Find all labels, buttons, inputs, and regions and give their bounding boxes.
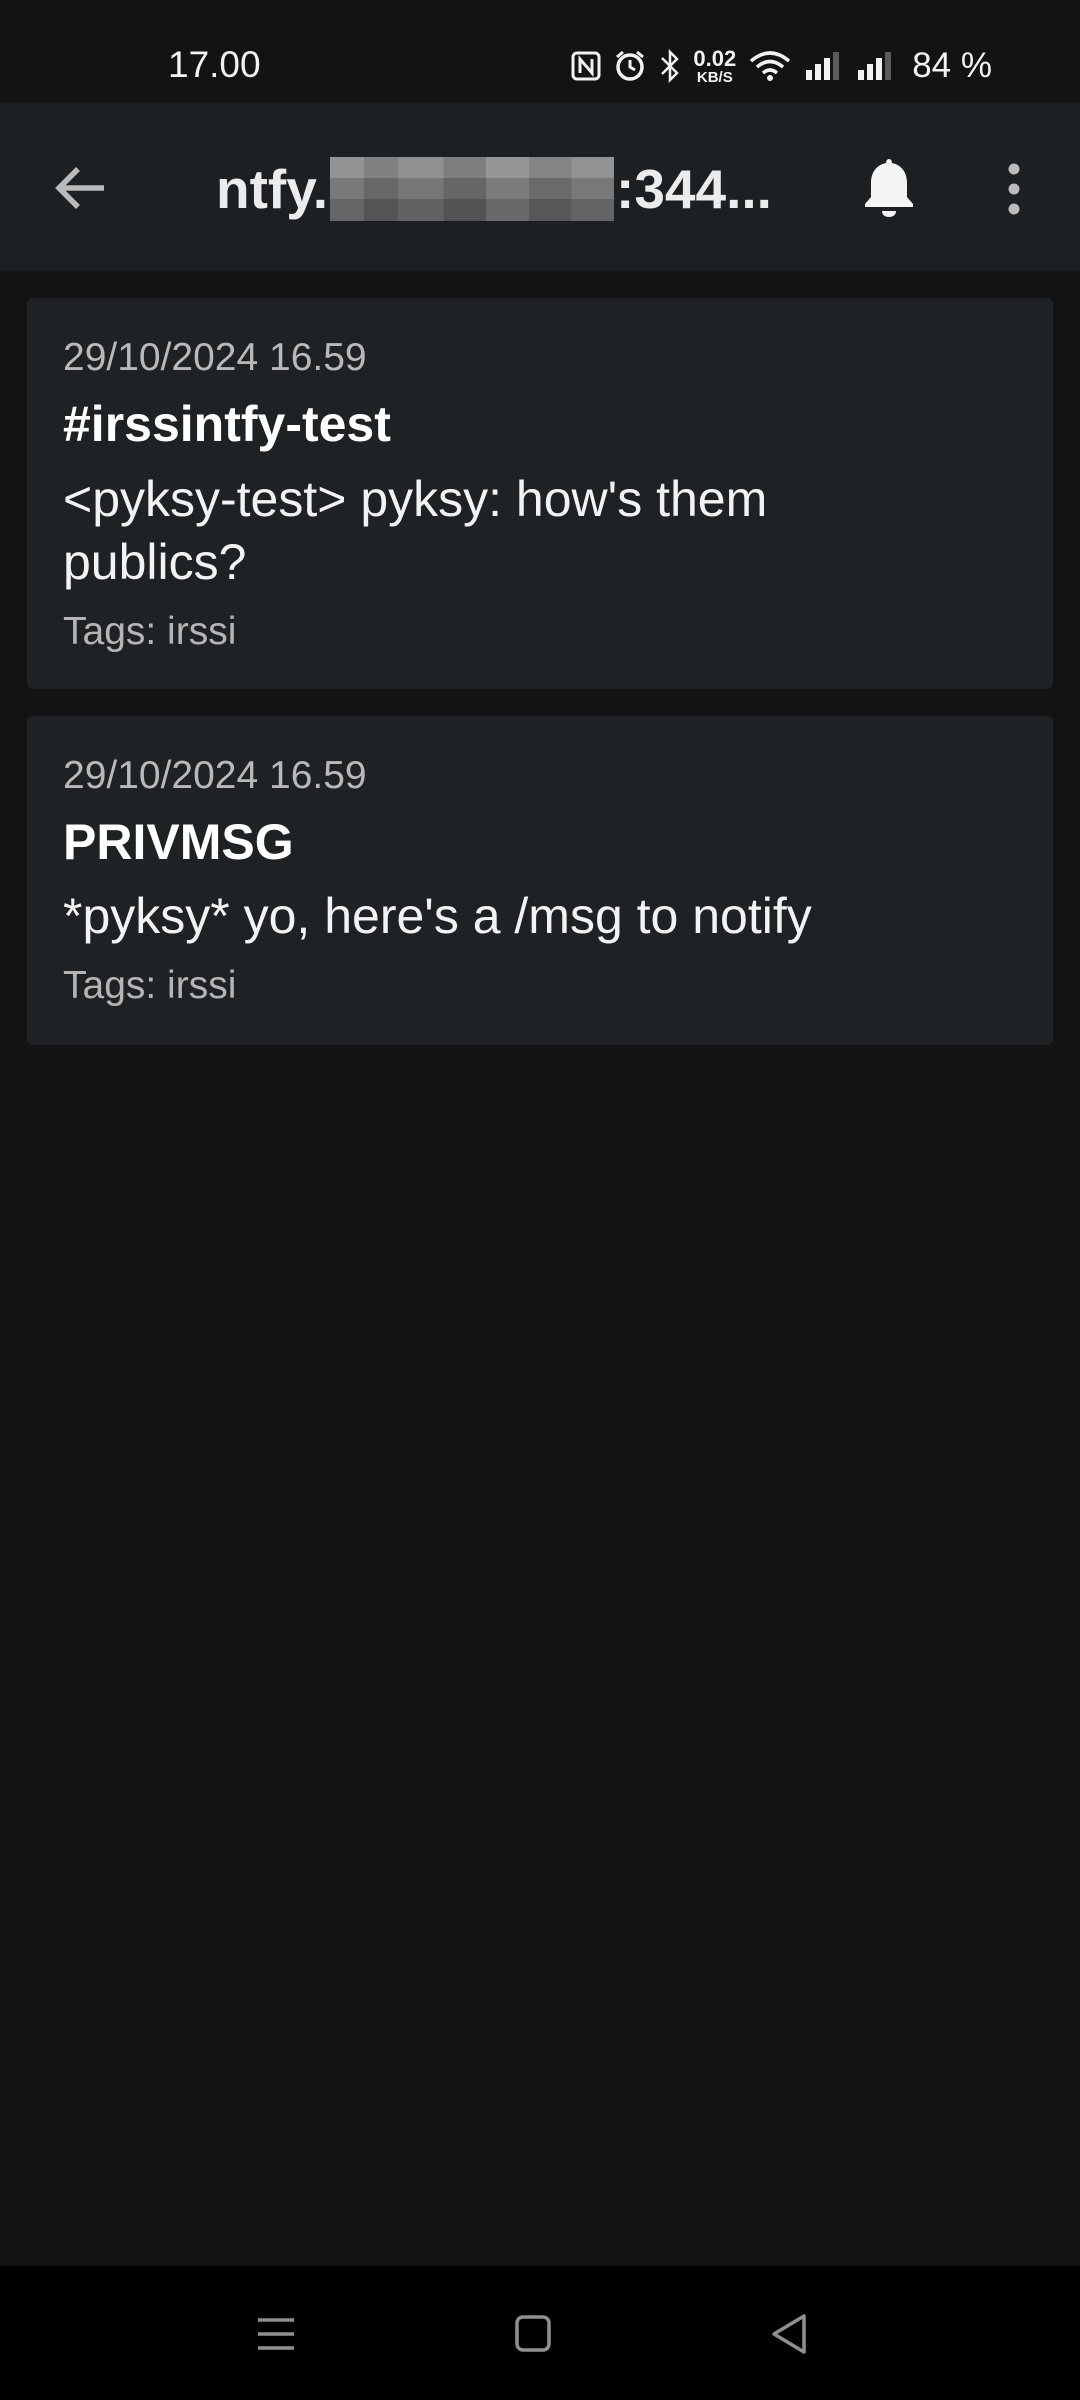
recents-button[interactable] <box>250 2308 302 2360</box>
more-vert-icon <box>1008 163 1020 215</box>
menu-icon <box>258 2318 294 2350</box>
wifi-icon <box>748 49 792 83</box>
triangle-back-icon <box>772 2314 806 2354</box>
status-time: 17.00 <box>168 44 261 85</box>
status-icons: 0.02 KB/S 84 % <box>571 46 992 86</box>
topic-title-prefix: ntfy. <box>216 158 329 220</box>
signal-icon <box>856 50 896 82</box>
network-speed-unit: KB/S <box>696 68 733 86</box>
home-button[interactable] <box>507 2308 559 2360</box>
arrow-left-icon <box>55 167 104 209</box>
network-speed: 0.02 KB/S <box>693 45 737 86</box>
bluetooth-icon <box>659 49 681 83</box>
topic-title-suffix: :344... <box>616 158 772 220</box>
alarm-icon <box>613 49 647 83</box>
notification-title: PRIVMSG <box>63 814 294 870</box>
back-nav-button[interactable] <box>764 2308 816 2360</box>
notification-card[interactable]: 29/10/2024 16.59 PRIVMSG *pyksy* yo, her… <box>27 716 1053 1045</box>
notification-message: <pyksy-test> pyksy: how's them publics? <box>63 471 768 590</box>
notification-date: 29/10/2024 16.59 <box>63 336 367 379</box>
notification-title: #irssintfy-test <box>63 396 391 452</box>
notification-card[interactable]: 29/10/2024 16.59 #irssintfy-test <pyksy-… <box>27 298 1053 689</box>
notifications-button[interactable] <box>862 155 916 219</box>
topic-title: ntfy. :344... <box>216 153 772 225</box>
redacted-hostname <box>330 157 615 221</box>
square-icon <box>515 2315 551 2352</box>
bell-icon <box>865 159 913 217</box>
more-options-button[interactable] <box>996 159 1032 219</box>
navigation-bar <box>0 2266 1080 2400</box>
back-button[interactable] <box>52 161 108 215</box>
notification-message: *pyksy* yo, here's a /msg to notify <box>63 888 812 944</box>
signal-icon <box>804 50 844 82</box>
app-bar: ntfy. :344... <box>0 103 1080 271</box>
status-bar: 17.00 0.02 KB/S 84 % <box>0 0 1080 103</box>
nfc-icon <box>571 51 601 81</box>
network-speed-value: 0.02 <box>693 45 737 71</box>
notification-tags: Tags: irssi <box>63 964 237 1007</box>
notification-date: 29/10/2024 16.59 <box>63 754 367 797</box>
battery-level: 84 % <box>912 46 992 85</box>
notification-tags: Tags: irssi <box>63 610 237 653</box>
